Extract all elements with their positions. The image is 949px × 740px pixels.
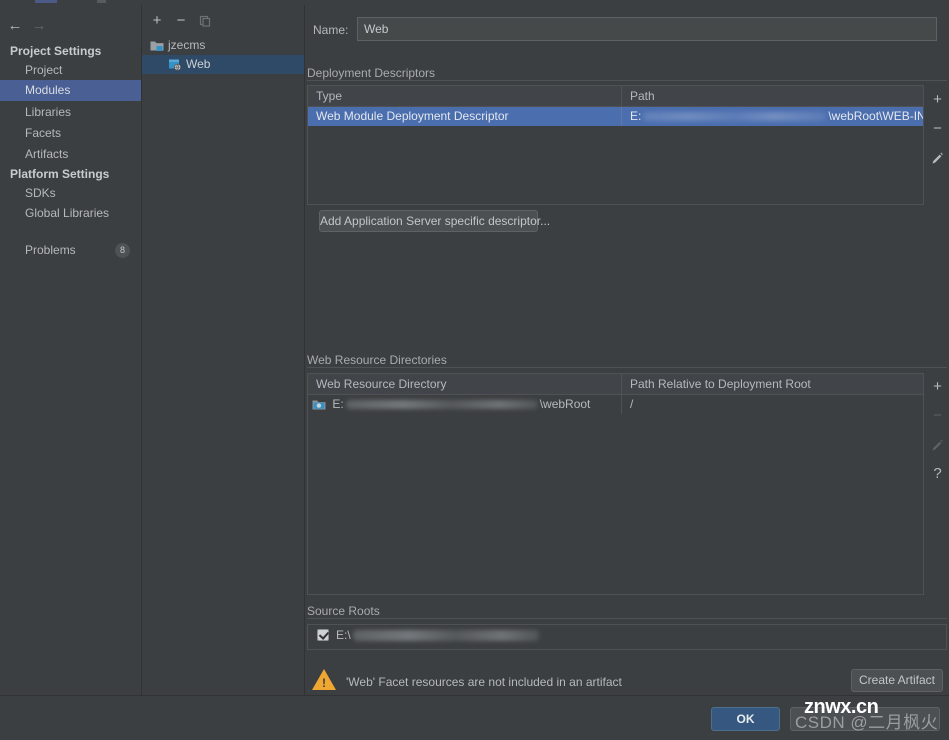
modules-tree-panel: + − jzecms Web — [142, 5, 305, 695]
group-divider — [307, 367, 947, 368]
source-root-path-prefix: E:\ — [336, 628, 351, 642]
sidebar-item-sdks[interactable]: SDKs — [0, 183, 141, 204]
panel-divider — [141, 5, 142, 695]
deployment-descriptors-table[interactable]: Type Path Web Module Deployment Descript… — [307, 85, 924, 205]
sidebar-item-modules[interactable]: Modules — [0, 80, 141, 101]
chrome-fragment-left — [35, 0, 57, 3]
problems-count-badge: 8 — [115, 243, 130, 258]
directory-suffix: \webRoot — [540, 397, 591, 411]
add-app-server-descriptor-button[interactable]: Add Application Server specific descript… — [319, 210, 538, 232]
sidebar-group-title-project-settings: Project Settings — [10, 43, 101, 59]
cell-type: Web Module Deployment Descriptor — [308, 107, 621, 126]
add-descriptor-button[interactable]: + — [926, 88, 949, 112]
list-item[interactable]: E:\ — [308, 625, 946, 645]
sidebar-item-label: Libraries — [25, 105, 71, 119]
sidebar-item-label: Problems — [25, 243, 76, 257]
module-name-label: Name: — [313, 23, 348, 37]
source-roots-list[interactable]: E:\ — [307, 624, 947, 650]
tree-node-label: jzecms — [168, 36, 205, 55]
edit-web-resource-button — [926, 433, 949, 457]
chrome-fragment-right — [97, 0, 106, 3]
ok-button[interactable]: OK — [711, 707, 780, 731]
redacted-path-segment — [353, 630, 539, 641]
table-row[interactable]: Web Module Deployment Descriptor E: \webR… — [308, 107, 923, 126]
add-web-resource-button[interactable]: + — [926, 375, 949, 399]
table-row[interactable]: E: \webRoot / — [308, 395, 923, 414]
path-suffix: \webRoot\WEB-INF\ — [828, 109, 923, 123]
modules-tree-toolbar: + − — [142, 8, 304, 34]
cell-relative-path: / — [622, 395, 923, 414]
warning-exclamation: ! — [322, 677, 326, 689]
remove-module-button[interactable]: − — [171, 11, 191, 31]
sidebar-item-artifacts[interactable]: Artifacts — [0, 144, 141, 165]
edit-descriptor-button[interactable] — [926, 146, 949, 170]
remove-web-resource-button: − — [926, 404, 949, 428]
sidebar-item-label: SDKs — [25, 186, 56, 200]
cell-path: E: \webRoot\WEB-INF\ — [622, 107, 923, 126]
path-prefix: E: — [630, 109, 641, 123]
table-header-row: Type Path — [308, 86, 923, 107]
sidebar-item-label: Project — [25, 63, 62, 77]
module-settings-content: Name: Deployment Descriptors Type Path W… — [305, 5, 949, 695]
web-resource-directories-table[interactable]: Web Resource Directory Path Relative to … — [307, 373, 924, 595]
settings-sidebar: ← → Project Settings Project Modules Lib… — [0, 5, 142, 695]
deployment-descriptors-side-toolbar: + − — [926, 88, 949, 178]
sidebar-group-title-platform-settings: Platform Settings — [10, 166, 109, 182]
sidebar-item-facets[interactable]: Facets — [0, 123, 141, 144]
module-name-row: Name: — [305, 17, 949, 45]
source-roots-title: Source Roots — [307, 604, 386, 618]
arrow-left-icon[interactable]: ← — [6, 18, 24, 34]
add-module-button[interactable]: + — [147, 11, 167, 31]
web-resource-directories-title: Web Resource Directories — [307, 353, 453, 367]
folder-web-icon — [312, 398, 326, 414]
sidebar-item-label: Modules — [25, 83, 70, 97]
cell-web-resource-directory: E: \webRoot — [308, 395, 621, 414]
sidebar-item-label: Facets — [25, 126, 61, 140]
deployment-descriptors-title: Deployment Descriptors — [307, 66, 441, 80]
cancel-button[interactable] — [790, 707, 940, 731]
sidebar-item-libraries[interactable]: Libraries — [0, 102, 141, 123]
sidebar-item-project[interactable]: Project — [0, 60, 141, 81]
create-artifact-button[interactable]: Create Artifact — [851, 669, 943, 692]
sidebar-item-problems[interactable]: Problems 8 — [0, 240, 141, 261]
web-resource-help-button[interactable]: ? — [926, 462, 949, 486]
redacted-path-segment — [643, 112, 826, 121]
group-divider — [307, 618, 947, 619]
column-header-type[interactable]: Type — [308, 86, 621, 106]
panel-divider — [304, 5, 305, 695]
arrow-right-icon[interactable]: → — [30, 18, 48, 34]
sidebar-nav-arrows: ← → — [0, 12, 141, 40]
warning-message: 'Web' Facet resources are not included i… — [346, 675, 622, 689]
sidebar-item-global-libraries[interactable]: Global Libraries — [0, 203, 141, 224]
tree-node-web[interactable]: Web — [142, 55, 304, 74]
tree-node-jzecms[interactable]: jzecms — [142, 36, 304, 55]
column-header-path[interactable]: Path — [622, 86, 923, 106]
column-header-relative-path[interactable]: Path Relative to Deployment Root — [622, 374, 923, 394]
directory-prefix: E: — [332, 397, 343, 411]
group-divider — [307, 80, 947, 81]
source-root-path: E:\ — [336, 625, 541, 645]
source-root-checkbox[interactable] — [317, 629, 329, 641]
module-name-input[interactable] — [357, 17, 937, 41]
tree-node-label: Web — [186, 55, 210, 74]
web-resource-directories-side-toolbar: + − ? — [926, 375, 949, 495]
web-facet-icon — [168, 58, 182, 77]
remove-descriptor-button[interactable]: − — [926, 117, 949, 141]
sidebar-item-label: Global Libraries — [25, 206, 109, 220]
sidebar-item-label: Artifacts — [25, 147, 68, 161]
redacted-path-segment — [346, 400, 538, 409]
table-header-row: Web Resource Directory Path Relative to … — [308, 374, 923, 395]
column-header-web-resource-directory[interactable]: Web Resource Directory — [308, 374, 621, 394]
copy-icon[interactable] — [195, 11, 215, 31]
